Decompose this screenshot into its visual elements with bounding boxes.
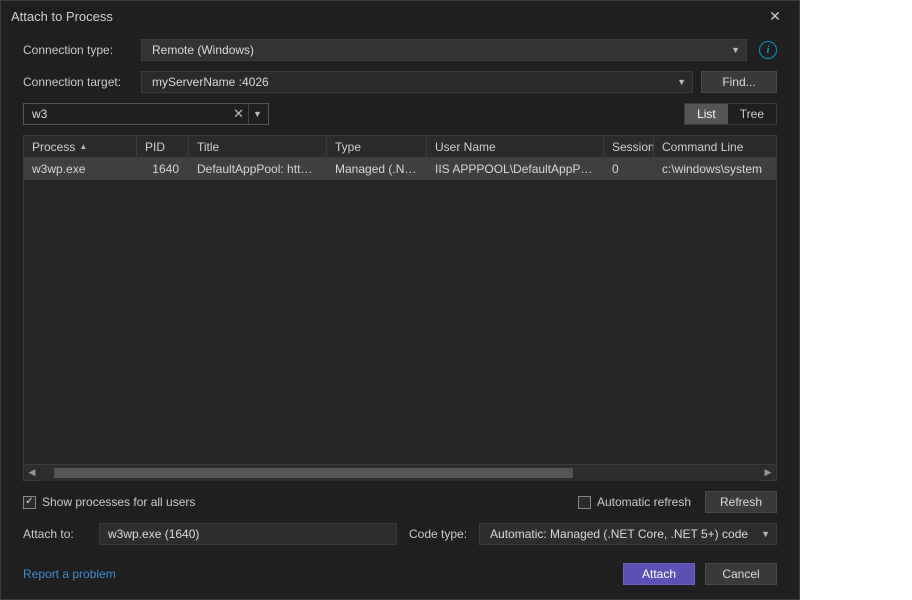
footer: Report a problem Attach Cancel [1,553,799,599]
dialog-body: Connection type: Remote (Windows) ▼ i Co… [1,31,799,553]
options-row: Show processes for all users Automatic r… [23,491,777,513]
clear-icon[interactable]: ✕ [229,106,248,122]
cell-session: 0 [604,162,654,176]
scroll-left-icon[interactable]: ◀ [24,465,40,481]
horizontal-scrollbar[interactable]: ◀ ▶ [24,464,776,480]
show-all-users-check[interactable]: Show processes for all users [23,495,195,509]
attach-to-value: w3wp.exe (1640) [108,527,199,541]
column-type[interactable]: Type [327,136,427,157]
refresh-button[interactable]: Refresh [705,491,777,513]
connection-type-value: Remote (Windows) [152,43,254,57]
table-row[interactable]: w3wp.exe 1640 DefaultAppPool: http:... M… [24,158,776,180]
info-icon[interactable]: i [759,41,777,59]
cell-cmd: c:\windows\system [654,162,776,176]
attach-to-process-dialog: Attach to Process ✕ Connection type: Rem… [0,0,800,600]
code-type-combo[interactable]: Automatic: Managed (.NET Core, .NET 5+) … [479,523,777,545]
cell-pid: 1640 [137,162,189,176]
chevron-down-icon: ▼ [677,77,686,87]
process-grid: Process ▲ PID Title Type User Name Sessi… [23,135,777,481]
column-user[interactable]: User Name [427,136,604,157]
connection-target-combo[interactable]: myServerName :4026 ▼ [141,71,693,93]
find-button[interactable]: Find... [701,71,777,93]
sort-asc-icon: ▲ [79,142,87,151]
report-problem-link[interactable]: Report a problem [23,567,116,581]
cell-process: w3wp.exe [24,162,137,176]
close-icon[interactable]: ✕ [761,5,789,27]
view-list-button[interactable]: List [685,104,728,124]
code-type-label: Code type: [409,527,467,541]
checkbox-checked-icon[interactable] [23,496,36,509]
cell-user: IIS APPPOOL\DefaultAppPool [427,162,604,176]
chevron-down-icon: ▼ [731,45,740,55]
connection-target-label: Connection target: [23,75,133,89]
column-pid[interactable]: PID [137,136,189,157]
connection-type-label: Connection type: [23,43,133,57]
column-title[interactable]: Title [189,136,327,157]
column-cmd[interactable]: Command Line [654,136,776,157]
scroll-right-icon[interactable]: ▶ [760,465,776,481]
dialog-title: Attach to Process [11,9,113,24]
connection-target-value: myServerName :4026 [152,75,269,89]
filter-row: ✕ ▼ List Tree [23,103,777,125]
cell-type: Managed (.NE... [327,162,427,176]
footer-buttons: Attach Cancel [623,563,777,585]
titlebar: Attach to Process ✕ [1,1,799,31]
view-toggle: List Tree [684,103,777,125]
attach-to-row: Attach to: w3wp.exe (1640) Code type: Au… [23,523,777,545]
automatic-refresh-check[interactable]: Automatic refresh [578,495,691,509]
attach-button[interactable]: Attach [623,563,695,585]
grid-header: Process ▲ PID Title Type User Name Sessi… [24,136,776,158]
scroll-thumb[interactable] [54,468,572,478]
connection-target-row: Connection target: myServerName :4026 ▼ … [23,71,777,93]
grid-body: w3wp.exe 1640 DefaultAppPool: http:... M… [24,158,776,464]
chevron-down-icon: ▼ [761,529,770,539]
checkbox-unchecked-icon[interactable] [578,496,591,509]
filter-chevron-down-icon[interactable]: ▼ [248,104,266,124]
column-session[interactable]: Session [604,136,654,157]
attach-to-label: Attach to: [23,527,87,541]
attach-to-field[interactable]: w3wp.exe (1640) [99,523,397,545]
filter-box: ✕ ▼ [23,103,269,125]
cell-title: DefaultAppPool: http:... [189,162,327,176]
filter-input[interactable] [32,107,229,121]
code-type-value: Automatic: Managed (.NET Core, .NET 5+) … [490,527,748,541]
cancel-button[interactable]: Cancel [705,563,777,585]
show-all-users-label: Show processes for all users [42,495,195,509]
column-process[interactable]: Process ▲ [24,136,137,157]
scroll-track[interactable] [40,465,760,481]
automatic-refresh-label: Automatic refresh [597,495,691,509]
view-tree-button[interactable]: Tree [728,104,776,124]
connection-type-row: Connection type: Remote (Windows) ▼ i [23,39,777,61]
connection-type-combo[interactable]: Remote (Windows) ▼ [141,39,747,61]
